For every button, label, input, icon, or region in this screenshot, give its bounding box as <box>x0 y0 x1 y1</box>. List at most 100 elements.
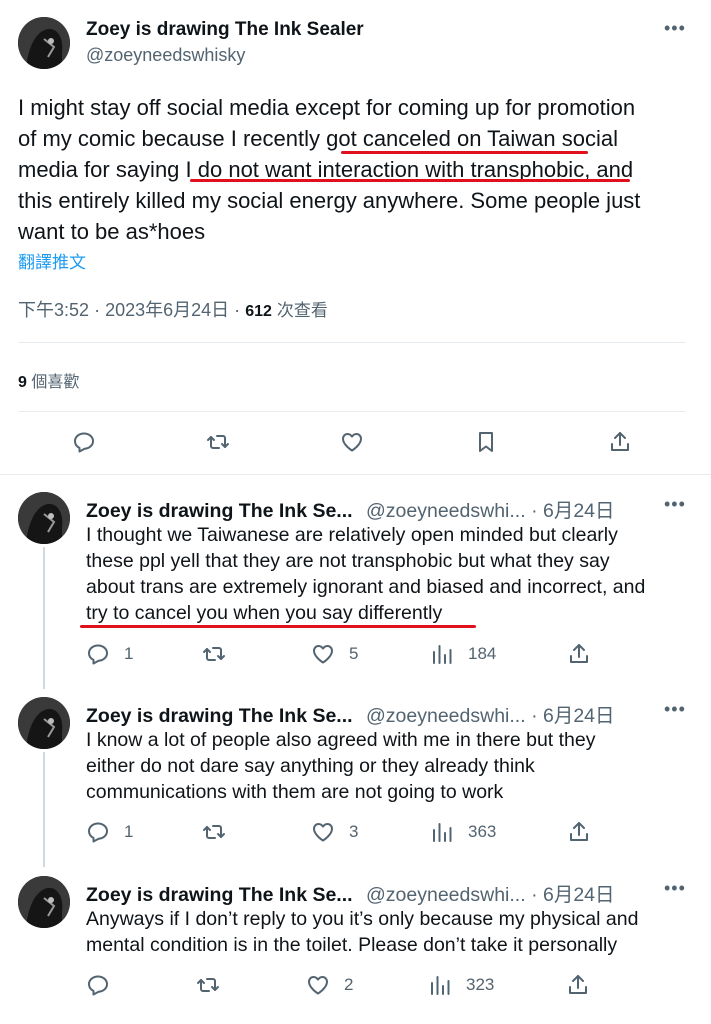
tweet-text: I know a lot of people also agreed with … <box>86 727 696 805</box>
views-button[interactable]: 363 <box>430 820 496 844</box>
tweet-line: either do not dare say anything or they … <box>86 755 535 777</box>
tweet-line: I thought we Taiwanese are relatively op… <box>86 524 618 546</box>
tweet-date[interactable]: 2023年6月24日 <box>105 300 229 320</box>
separator: · <box>531 884 538 906</box>
like-count: 3 <box>349 822 359 841</box>
like-icon <box>308 976 328 995</box>
more-icon[interactable]: ••• <box>664 878 686 899</box>
retweet-button[interactable] <box>196 973 234 997</box>
avatar[interactable] <box>18 876 70 928</box>
like-count: 5 <box>349 644 359 663</box>
tweet-text: I thought we Taiwanese are relatively op… <box>86 522 696 626</box>
handle[interactable]: @zoeyneedswhi... <box>366 884 526 906</box>
tweet-line: these ppl yell that they are not transph… <box>86 550 610 572</box>
handle[interactable]: @zoeyneedswhisky <box>86 45 245 66</box>
tweet-line: try to cancel you when you say different… <box>86 602 443 624</box>
reply-button[interactable]: 1 <box>86 820 133 844</box>
reply-icon <box>88 644 108 665</box>
share-button[interactable] <box>567 820 591 844</box>
more-icon[interactable]: ••• <box>664 18 686 39</box>
more-icon[interactable]: ••• <box>664 699 686 720</box>
like-count: 2 <box>344 975 354 994</box>
avatar[interactable] <box>18 17 70 69</box>
handle[interactable]: @zoeyneedswhi... <box>366 705 526 727</box>
likes-count: 9 <box>18 374 27 391</box>
analytics-icon <box>433 645 452 664</box>
share-icon <box>611 432 629 451</box>
thread-connector <box>43 547 45 689</box>
like-icon <box>313 823 333 842</box>
retweet-icon <box>203 825 225 839</box>
reply-count: 1 <box>124 644 134 663</box>
retweet-button[interactable] <box>202 820 240 844</box>
divider <box>0 474 711 475</box>
separator: · <box>531 500 538 522</box>
retweet-button[interactable] <box>206 430 230 454</box>
tweet-date[interactable]: 6月24日 <box>543 884 615 906</box>
like-button[interactable]: 5 <box>311 642 358 666</box>
likes-stat[interactable]: 9 個喜歡 <box>18 368 79 392</box>
tweet-line: want to be as*hoes <box>18 219 206 244</box>
analytics-icon <box>433 823 452 842</box>
translate-link[interactable]: 翻譯推文 <box>18 248 86 273</box>
reply-icon <box>88 822 108 843</box>
separator: · <box>234 300 241 320</box>
like-button[interactable]: 3 <box>311 820 358 844</box>
views-button[interactable]: 323 <box>428 973 494 997</box>
views-button[interactable]: 184 <box>430 642 496 666</box>
display-name[interactable]: Zoey is drawing The Ink Se... <box>86 884 353 906</box>
avatar[interactable] <box>18 697 70 749</box>
tweet-line: I know a lot of people also agreed with … <box>86 729 596 751</box>
reply-icon <box>74 432 94 453</box>
share-icon <box>570 644 588 663</box>
like-button[interactable] <box>340 430 364 454</box>
divider <box>18 411 686 412</box>
share-button[interactable] <box>608 430 632 454</box>
views-label: 次查看 <box>276 301 328 320</box>
display-name[interactable]: Zoey is drawing The Ink Se... <box>86 500 353 522</box>
annotation-underline <box>80 625 476 628</box>
tweet-text: I might stay off social media except for… <box>18 92 690 247</box>
reply-button[interactable] <box>86 973 124 997</box>
share-icon <box>569 975 587 994</box>
bookmark-button[interactable] <box>474 430 498 454</box>
view-count: 184 <box>468 644 497 663</box>
reply-header: Zoey is drawing The Ink Se... @zoeyneeds… <box>86 878 615 907</box>
share-button[interactable] <box>567 642 591 666</box>
tweet-line: mental condition is in the toilet. Pleas… <box>86 934 618 956</box>
tweet-date[interactable]: 6月24日 <box>543 705 615 727</box>
tweet-text: Anyways if I don’t reply to you it’s onl… <box>86 906 696 958</box>
tweet-line: communications with them are not going t… <box>86 781 504 803</box>
views-count: 612 <box>245 303 272 320</box>
reply-header: Zoey is drawing The Ink Se... @zoeyneeds… <box>86 699 615 728</box>
separator: · <box>94 300 101 320</box>
reply-button[interactable]: 1 <box>86 642 133 666</box>
tweet-date[interactable]: 6月24日 <box>543 500 615 522</box>
bookmark-icon <box>479 432 493 452</box>
retweet-icon <box>207 435 229 449</box>
like-icon <box>342 433 362 452</box>
handle[interactable]: @zoeyneedswhi... <box>366 500 526 522</box>
reply-button[interactable] <box>72 430 96 454</box>
retweet-icon <box>197 978 219 992</box>
reply-count: 1 <box>124 822 134 841</box>
share-icon <box>570 822 588 841</box>
display-name[interactable]: Zoey is drawing The Ink Sealer <box>86 19 364 41</box>
tweet-line: about trans are extremely ignorant and b… <box>86 576 646 598</box>
retweet-icon <box>203 647 225 661</box>
like-button[interactable]: 2 <box>306 973 353 997</box>
tweet-line: of my comic because I recently got cance… <box>18 126 619 151</box>
display-name[interactable]: Zoey is drawing The Ink Se... <box>86 705 353 727</box>
like-icon <box>313 645 333 664</box>
view-count: 323 <box>466 975 495 994</box>
reply-icon <box>88 975 108 996</box>
retweet-button[interactable] <box>202 642 240 666</box>
reply-header: Zoey is drawing The Ink Se... @zoeyneeds… <box>86 494 615 523</box>
tweet-meta: 下午3:52 · 2023年6月24日 · 612 次查看 <box>18 296 328 322</box>
analytics-icon <box>431 976 450 995</box>
view-count: 363 <box>468 822 497 841</box>
tweet-time[interactable]: 下午3:52 <box>18 300 89 320</box>
avatar[interactable] <box>18 492 70 544</box>
more-icon[interactable]: ••• <box>664 494 686 515</box>
share-button[interactable] <box>566 973 590 997</box>
